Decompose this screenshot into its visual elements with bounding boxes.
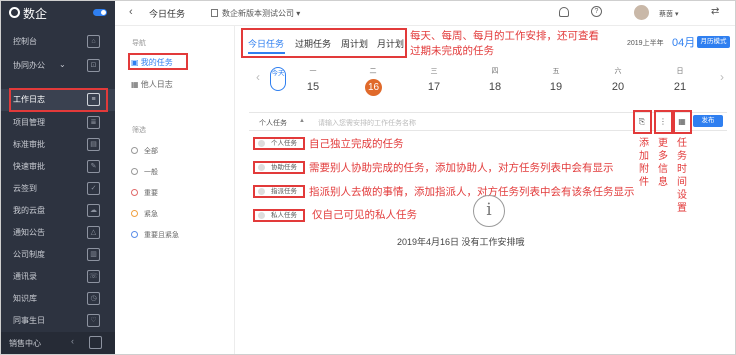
- annotation-more: 更多信息: [658, 138, 668, 188]
- chevron-left-icon[interactable]: ‹: [71, 336, 74, 346]
- publish-button[interactable]: 发布: [693, 115, 723, 127]
- radio-icon: [131, 189, 138, 196]
- highlight-worklog: [9, 88, 108, 112]
- day-fri[interactable]: 五 19: [536, 66, 576, 93]
- sidebar-item-policy[interactable]: 公司制度 ▥: [1, 244, 115, 266]
- collapse-icon[interactable]: [89, 336, 102, 349]
- sidebar-item-approval[interactable]: 标准审批 ▤: [1, 134, 115, 156]
- filter-normal[interactable]: 一般: [131, 167, 158, 177]
- sidebar-item-notice[interactable]: 通知公告 △: [1, 222, 115, 244]
- filter-all[interactable]: 全部: [131, 146, 158, 156]
- annotation-time: 任务时间设置: [677, 138, 687, 214]
- birthday-icon: ♡: [87, 314, 100, 327]
- highlight-time: [673, 110, 692, 134]
- day-thu[interactable]: 四 18: [475, 66, 515, 93]
- month-label[interactable]: 04月: [672, 34, 695, 50]
- top-bar: ‹ 今日任务 数企新版本测试公司 ▾ ? 蔡茵 ▾ ⇄: [115, 1, 735, 26]
- radio-icon: [131, 231, 138, 238]
- prev-week-icon[interactable]: ‹: [256, 70, 260, 84]
- info-icon: i: [473, 195, 505, 227]
- half-year-label: 2019上半年: [627, 40, 664, 47]
- sidebar-item-console[interactable]: 控制台 ⌂: [1, 31, 115, 53]
- annotation-assign: 指派别人去做的事情，添加指派人，对方任务列表中会有该条任务显示: [309, 186, 635, 198]
- highlight-attach: [633, 110, 652, 134]
- sidebar-item-checkin[interactable]: 云签到 ✓: [1, 178, 115, 200]
- logo-icon: [9, 7, 20, 18]
- radio-icon: [131, 147, 138, 154]
- logo[interactable]: 数企: [1, 1, 115, 25]
- notice-icon: △: [87, 226, 100, 239]
- knowledge-icon: ◷: [87, 292, 100, 305]
- building-icon: [211, 9, 218, 17]
- switch-icon[interactable]: ⇄: [711, 6, 719, 17]
- help-icon[interactable]: ?: [591, 6, 602, 17]
- sidebar-toggle[interactable]: [93, 9, 107, 16]
- day-mon[interactable]: 一 15: [293, 66, 333, 93]
- highlight-my-tasks: [128, 53, 188, 70]
- page-title: 今日任务: [149, 9, 186, 19]
- avatar[interactable]: [634, 5, 649, 20]
- filter-important[interactable]: 重要: [131, 188, 158, 198]
- selected-date[interactable]: 16: [365, 79, 382, 96]
- filter-panel: 导航 ▣ 我的任务 ▦ 他人日志 筛选 全部 一般 重要 紧急 重要且紧急: [115, 26, 235, 354]
- radio-icon: [131, 168, 138, 175]
- sidebar: 数企 控制台 ⌂ 协同办公 ⌄ ⊡ 工作日志 ≡ 项目管理 ≣ 标准审批 ▤ 快…: [1, 1, 115, 354]
- annotation-private: 仅自己可见的私人任务: [312, 209, 417, 221]
- empty-message: 2019年4月16日 没有工作安排哦: [397, 237, 525, 247]
- sidebar-item-contacts[interactable]: 通讯录 ☏: [1, 266, 115, 288]
- calendar-mode-button[interactable]: 月历模式: [697, 36, 730, 48]
- nav-heading: 导航: [132, 40, 146, 47]
- checkin-icon: ✓: [87, 182, 100, 195]
- task-type-select[interactable]: 个人任务: [259, 118, 287, 128]
- fast-approval-icon: ✎: [87, 160, 100, 173]
- sidebar-item-project[interactable]: 项目管理 ≣: [1, 112, 115, 134]
- task-type-personal[interactable]: 个人任务: [253, 137, 305, 150]
- annotation-assist: 需要别人协助完成的任务，添加协助人，对方任务列表中会有显示: [309, 162, 614, 174]
- day-sun[interactable]: 日 21: [660, 66, 700, 93]
- sidebar-item-fast-approval[interactable]: 快速审批 ✎: [1, 156, 115, 178]
- task-type-assign[interactable]: 指派任务: [253, 185, 305, 198]
- highlight-tabs: [241, 28, 407, 58]
- next-week-icon[interactable]: ›: [720, 70, 724, 84]
- day-sat[interactable]: 六 20: [598, 66, 638, 93]
- policy-icon: ▥: [87, 248, 100, 261]
- annotation-tabs-2: 过期未完成的任务: [410, 45, 494, 57]
- highlight-more: [654, 110, 673, 134]
- user-name[interactable]: 蔡茵 ▾: [659, 9, 678, 19]
- task-name-input[interactable]: 请输入您需安排的工作任务名称: [318, 118, 416, 128]
- annotation-attach: 添加附件: [639, 138, 649, 188]
- sidebar-item-cloud-drive[interactable]: 我的云盘 ☁: [1, 200, 115, 222]
- cloud-drive-icon: ☁: [87, 204, 100, 217]
- home-icon: ⌂: [87, 35, 100, 48]
- task-type-private[interactable]: 私人任务: [253, 209, 305, 222]
- today-button[interactable]: 今天: [270, 67, 286, 91]
- chevron-down-icon: ⌄: [59, 60, 66, 69]
- radio-icon: [131, 210, 138, 217]
- contacts-icon: ☏: [87, 270, 100, 283]
- approval-icon: ▤: [87, 138, 100, 151]
- project-icon: ≣: [87, 116, 100, 129]
- annotation-personal: 自己独立完成的任务: [309, 138, 404, 150]
- annotation-tabs-1: 每天、每周、每月的工作安排，还可查看: [410, 30, 599, 42]
- caret-up-icon[interactable]: ▲: [299, 118, 305, 124]
- sidebar-item-knowledge[interactable]: 知识库 ◷: [1, 288, 115, 310]
- sidebar-item-birthday[interactable]: 同事生日 ♡: [1, 310, 115, 332]
- filter-urgent[interactable]: 紧急: [131, 209, 158, 219]
- nav-other-logs[interactable]: ▦ 他人日志: [131, 79, 173, 90]
- logo-text: 数企: [23, 7, 48, 21]
- expand-icon: ⊡: [87, 59, 100, 72]
- company-selector[interactable]: 数企新版本测试公司 ▾: [211, 8, 300, 19]
- day-wed[interactable]: 三 17: [414, 66, 454, 93]
- back-icon[interactable]: ‹: [129, 6, 133, 18]
- task-type-assist[interactable]: 协助任务: [253, 161, 305, 174]
- filter-heading: 筛选: [132, 127, 146, 134]
- sidebar-bottom-sales[interactable]: 销售中心 ‹: [1, 332, 115, 354]
- bell-icon[interactable]: [559, 7, 569, 17]
- sidebar-item-collab[interactable]: 协同办公 ⌄ ⊡: [1, 55, 115, 77]
- filter-important-urgent[interactable]: 重要且紧急: [131, 230, 179, 240]
